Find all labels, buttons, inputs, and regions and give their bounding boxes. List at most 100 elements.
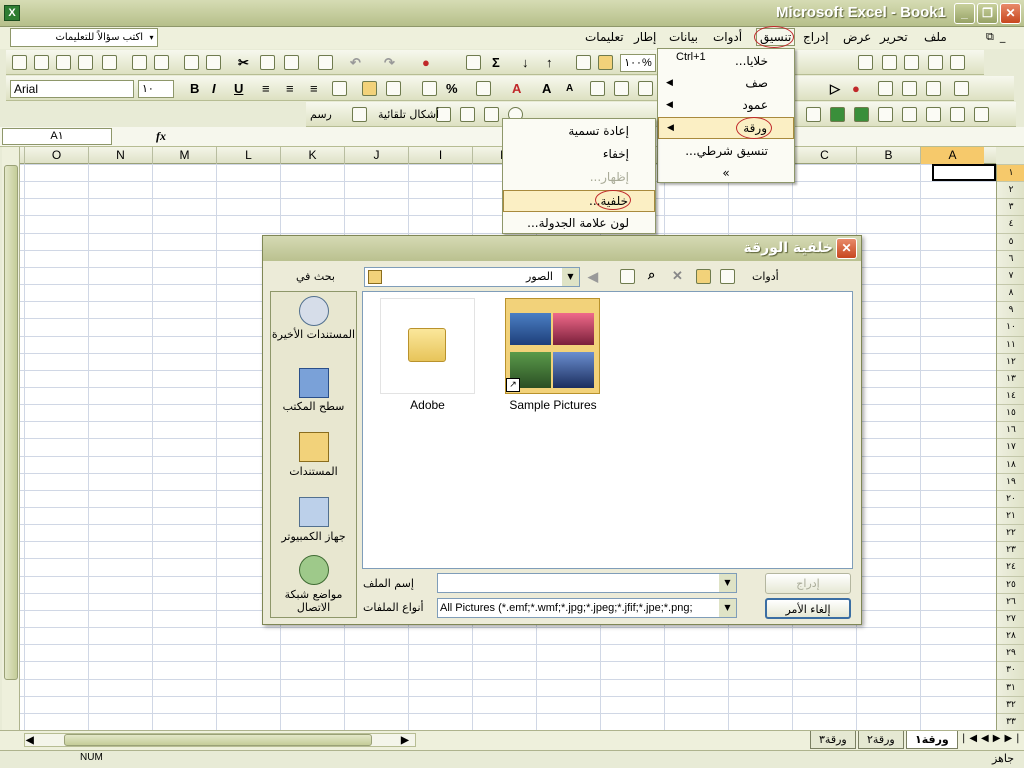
- percent-icon[interactable]: %: [446, 81, 458, 96]
- drawing-icon[interactable]: [598, 55, 613, 70]
- menu-view[interactable]: عرض: [843, 30, 871, 44]
- borders-icon[interactable]: [590, 81, 605, 96]
- sheet-submenu-item[interactable]: خلفية...: [503, 190, 655, 212]
- review-icon-4[interactable]: [928, 55, 943, 70]
- menu-window[interactable]: إطار: [634, 30, 656, 44]
- row-header[interactable]: ١٦: [997, 421, 1024, 438]
- spelling-icon[interactable]: [184, 55, 199, 70]
- left-to-right-icon[interactable]: [386, 81, 401, 96]
- format-menu-item[interactable]: ورقة ◀: [658, 117, 794, 139]
- print-icon[interactable]: [132, 55, 147, 70]
- row-header[interactable]: ١٩: [997, 472, 1024, 490]
- menu-tools[interactable]: أدوات: [713, 30, 742, 44]
- underline-icon[interactable]: U: [234, 81, 243, 96]
- close-button[interactable]: ✕: [1000, 3, 1021, 24]
- link-icon[interactable]: [954, 81, 969, 96]
- help-search-input[interactable]: اكتب سؤالاً للتعليمات: [10, 28, 158, 47]
- align-center-icon[interactable]: ≡: [286, 81, 294, 96]
- active-cell[interactable]: [932, 164, 996, 181]
- select-objects-icon[interactable]: [352, 107, 367, 122]
- autosum-icon[interactable]: Σ: [492, 55, 500, 70]
- look-in-select[interactable]: الصور: [364, 267, 580, 287]
- insert-function-icon[interactable]: fx: [156, 129, 166, 144]
- row-header[interactable]: ١: [997, 164, 1024, 181]
- bold-icon[interactable]: B: [190, 81, 199, 96]
- documents-icon[interactable]: [299, 432, 329, 462]
- row-header[interactable]: ٥: [997, 232, 1024, 250]
- desktop-icon[interactable]: [299, 368, 329, 398]
- autoshapes-menu[interactable]: أشكال تلقائية: [378, 108, 439, 121]
- column-header[interactable]: B: [856, 147, 920, 164]
- excel-icon[interactable]: X: [4, 5, 20, 21]
- place-desktop[interactable]: سطح المكتب: [270, 400, 357, 413]
- chart-wizard-icon[interactable]: [576, 55, 591, 70]
- redo-icon[interactable]: ↷: [384, 55, 395, 70]
- grid-icon[interactable]: [878, 107, 893, 122]
- insert-button[interactable]: إدراج: [765, 573, 851, 594]
- format-menu-item[interactable]: صف ◀: [658, 73, 794, 95]
- edit-icon[interactable]: [926, 81, 941, 96]
- row-header[interactable]: ٢٣: [997, 541, 1024, 558]
- border-icon[interactable]: [902, 107, 917, 122]
- document-window-controls[interactable]: ⧉_: [986, 30, 1011, 44]
- maximize-button[interactable]: ❐: [977, 3, 998, 24]
- sheet-submenu-item[interactable]: إخفاء: [503, 144, 655, 166]
- email-icon[interactable]: [102, 55, 117, 70]
- undo-icon[interactable]: ↶: [350, 55, 361, 70]
- draw-menu[interactable]: رسم: [310, 108, 332, 121]
- place-documents[interactable]: المستندات: [270, 465, 357, 478]
- column-header[interactable]: O: [24, 147, 88, 164]
- menu-edit[interactable]: تحرير: [880, 30, 908, 44]
- pencil-icon[interactable]: [974, 107, 989, 122]
- permission-icon[interactable]: [78, 55, 93, 70]
- fill-color-icon[interactable]: [476, 81, 491, 96]
- arrow-icon[interactable]: [460, 107, 475, 122]
- vertical-scroll-thumb[interactable]: [4, 165, 18, 680]
- name-box[interactable]: A١: [2, 128, 112, 145]
- file-name-adobe[interactable]: Adobe: [380, 398, 475, 412]
- review-icon-2[interactable]: [882, 55, 897, 70]
- row-header[interactable]: ٤: [997, 215, 1024, 232]
- record-icon[interactable]: ●: [422, 55, 430, 70]
- dialog-tools-menu[interactable]: أدوات: [752, 270, 779, 283]
- place-network[interactable]: مواضع شبكة الاتصال: [270, 588, 357, 614]
- row-header[interactable]: ٢٦: [997, 592, 1024, 610]
- chevron-down-icon[interactable]: ▼: [562, 268, 579, 286]
- tools-icon[interactable]: [902, 81, 917, 96]
- place-computer[interactable]: جهاز الكمبيوتر: [270, 530, 357, 543]
- font-name-select[interactable]: Arial: [10, 80, 134, 98]
- cube-icon-2[interactable]: [854, 107, 869, 122]
- column-header[interactable]: I: [408, 147, 472, 164]
- format-menu-item[interactable]: تنسيق شرطي...: [658, 141, 794, 163]
- views-icon[interactable]: [720, 269, 735, 284]
- row-header[interactable]: ١١: [997, 335, 1024, 353]
- row-header[interactable]: ٢٠: [997, 489, 1024, 507]
- cube-icon[interactable]: [830, 107, 845, 122]
- row-header[interactable]: ١٤: [997, 386, 1024, 404]
- up-folder-icon[interactable]: [620, 269, 635, 284]
- row-header[interactable]: ١٠: [997, 318, 1024, 335]
- italic-icon[interactable]: I: [212, 81, 216, 96]
- right-to-left-icon[interactable]: [362, 81, 377, 96]
- column-header[interactable]: A: [920, 147, 984, 164]
- filetype-select[interactable]: All Pictures (*.emf;*.wmf;*.jpg;*.jpeg;*…: [437, 598, 737, 618]
- row-header[interactable]: ٣١: [997, 678, 1024, 696]
- arrows-icon[interactable]: [806, 107, 821, 122]
- scroll-right-icon[interactable]: ▶: [401, 733, 409, 748]
- row-header[interactable]: ٢٧: [997, 609, 1024, 627]
- column-header[interactable]: L: [216, 147, 280, 164]
- sheet-submenu-item[interactable]: إعادة تسمية: [503, 121, 655, 143]
- menu-insert[interactable]: إدراج: [803, 30, 829, 44]
- column-header[interactable]: J: [344, 147, 408, 164]
- table-icon-2[interactable]: [638, 81, 653, 96]
- format-menu-item[interactable]: »: [658, 163, 794, 185]
- sheet-submenu-item[interactable]: إظهار...: [503, 167, 655, 189]
- row-header[interactable]: ٧: [997, 266, 1024, 284]
- sheet-submenu-item[interactable]: لون علامة الجدولة...: [503, 213, 655, 235]
- computer-icon[interactable]: [299, 497, 329, 527]
- chevron-down-icon[interactable]: ▼: [719, 599, 736, 617]
- review-icon-5[interactable]: [950, 55, 965, 70]
- format-menu-item[interactable]: خلايا... Ctrl+1: [658, 51, 794, 73]
- research-icon[interactable]: [206, 55, 221, 70]
- menu-help[interactable]: تعليمات: [585, 30, 624, 44]
